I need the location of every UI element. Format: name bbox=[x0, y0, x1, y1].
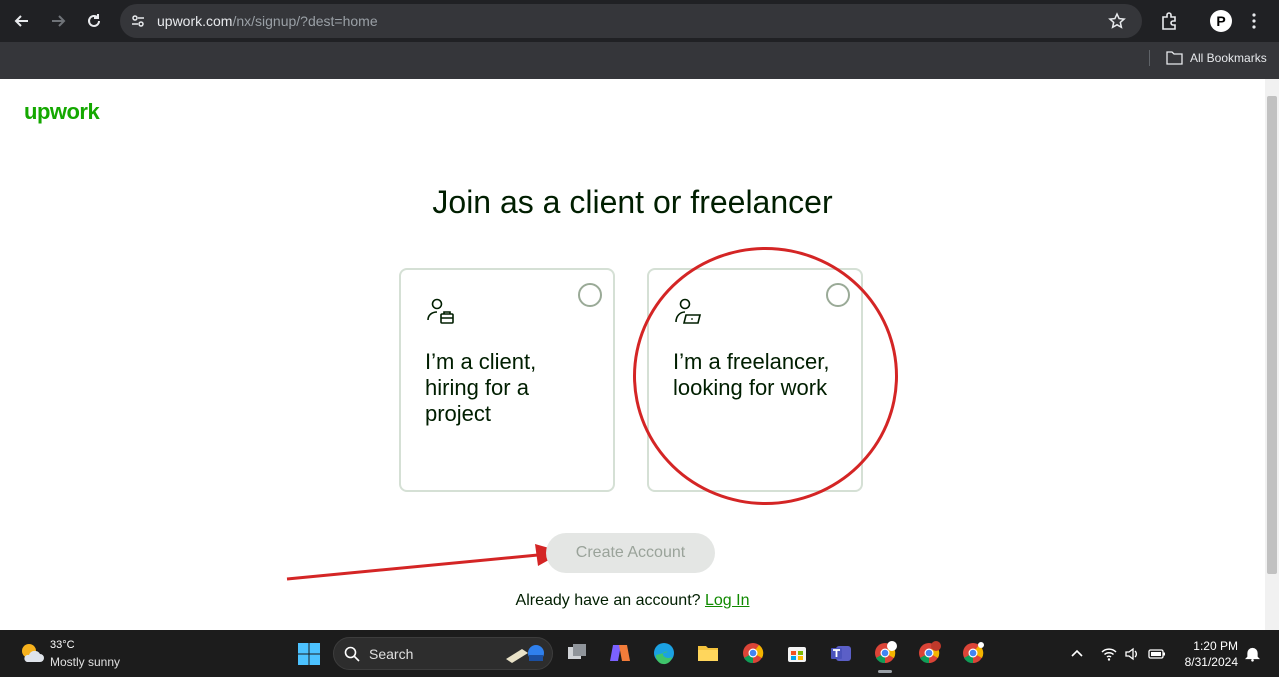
back-button[interactable] bbox=[11, 10, 33, 32]
upwork-logo[interactable]: upwork bbox=[24, 99, 100, 125]
microsoft-store-icon[interactable] bbox=[785, 641, 809, 665]
weather-temperature[interactable]: 33°C bbox=[50, 639, 75, 651]
forward-button[interactable] bbox=[47, 10, 69, 32]
bookmarks-separator bbox=[1149, 50, 1150, 66]
search-icon bbox=[344, 646, 360, 662]
task-view-icon[interactable] bbox=[565, 641, 589, 665]
reload-button[interactable] bbox=[83, 10, 105, 32]
weather-sun-icon[interactable] bbox=[19, 641, 45, 665]
chrome-icon[interactable] bbox=[741, 641, 765, 665]
folder-icon bbox=[1166, 51, 1183, 65]
taskbar-search-label: Search bbox=[369, 646, 414, 662]
windows-taskbar bbox=[0, 630, 1279, 677]
active-app-indicator bbox=[878, 670, 892, 673]
taskbar-clock-time[interactable]: 1:20 PM bbox=[1180, 639, 1238, 653]
battery-icon[interactable] bbox=[1148, 647, 1166, 661]
red-arrow-annotation bbox=[286, 544, 563, 581]
login-prompt-text: Already have an account? bbox=[515, 592, 701, 609]
create-account-button[interactable]: Create Account bbox=[546, 533, 715, 573]
teams-icon[interactable] bbox=[829, 641, 853, 665]
windows-start-icon[interactable] bbox=[297, 642, 321, 666]
forward-arrow-icon bbox=[52, 15, 66, 27]
edge-browser-icon[interactable] bbox=[652, 641, 676, 665]
client-radio[interactable] bbox=[578, 283, 602, 307]
url-text: upwork.com/nx/signup/?dest=home bbox=[157, 13, 378, 29]
copilot-icon[interactable] bbox=[608, 641, 632, 665]
client-option-label: I’m a client, hiring for a project bbox=[425, 349, 537, 426]
chrome-profile-user-icon[interactable] bbox=[961, 641, 985, 665]
bookmarks-bar bbox=[0, 42, 1279, 79]
file-explorer-icon[interactable] bbox=[696, 641, 720, 665]
notification-bell-icon[interactable] bbox=[1245, 646, 1260, 662]
client-briefcase-icon bbox=[427, 298, 454, 324]
reload-icon bbox=[88, 14, 100, 27]
freelancer-radio[interactable] bbox=[826, 283, 850, 307]
bookmark-star-icon[interactable] bbox=[1108, 12, 1126, 30]
site-info-icon[interactable] bbox=[130, 13, 146, 29]
wifi-icon[interactable] bbox=[1101, 646, 1117, 662]
scrollbar-thumb[interactable] bbox=[1267, 96, 1277, 574]
freelancer-laptop-icon bbox=[675, 298, 702, 324]
search-highlight-icon bbox=[506, 645, 544, 663]
extensions-icon[interactable] bbox=[1159, 11, 1179, 31]
address-bar[interactable]: upwork.com/nx/signup/?dest=home bbox=[120, 4, 1142, 38]
chevron-up-icon[interactable] bbox=[1070, 647, 1084, 661]
freelancer-option-label: I’m a freelancer, looking for work bbox=[673, 349, 830, 400]
login-prompt: Already have an account? Log In bbox=[0, 592, 1265, 610]
freelancer-option-card[interactable]: I’m a freelancer, looking for work bbox=[647, 268, 863, 492]
taskbar-clock-date[interactable]: 8/31/2024 bbox=[1170, 655, 1238, 669]
all-bookmarks-link[interactable]: All Bookmarks bbox=[1190, 51, 1267, 65]
menu-kebab-icon[interactable] bbox=[1251, 11, 1257, 31]
page-title: Join as a client or freelancer bbox=[432, 184, 833, 220]
chrome-profile-p-icon[interactable] bbox=[873, 641, 897, 665]
client-option-card[interactable]: I’m a client, hiring for a project bbox=[399, 268, 615, 492]
chrome-profile-u-icon[interactable] bbox=[917, 641, 941, 665]
profile-avatar[interactable]: P bbox=[1210, 10, 1232, 32]
back-arrow-icon bbox=[14, 15, 28, 27]
volume-icon[interactable] bbox=[1124, 646, 1140, 662]
weather-description[interactable]: Mostly sunny bbox=[50, 655, 120, 669]
login-link[interactable]: Log In bbox=[705, 592, 749, 609]
